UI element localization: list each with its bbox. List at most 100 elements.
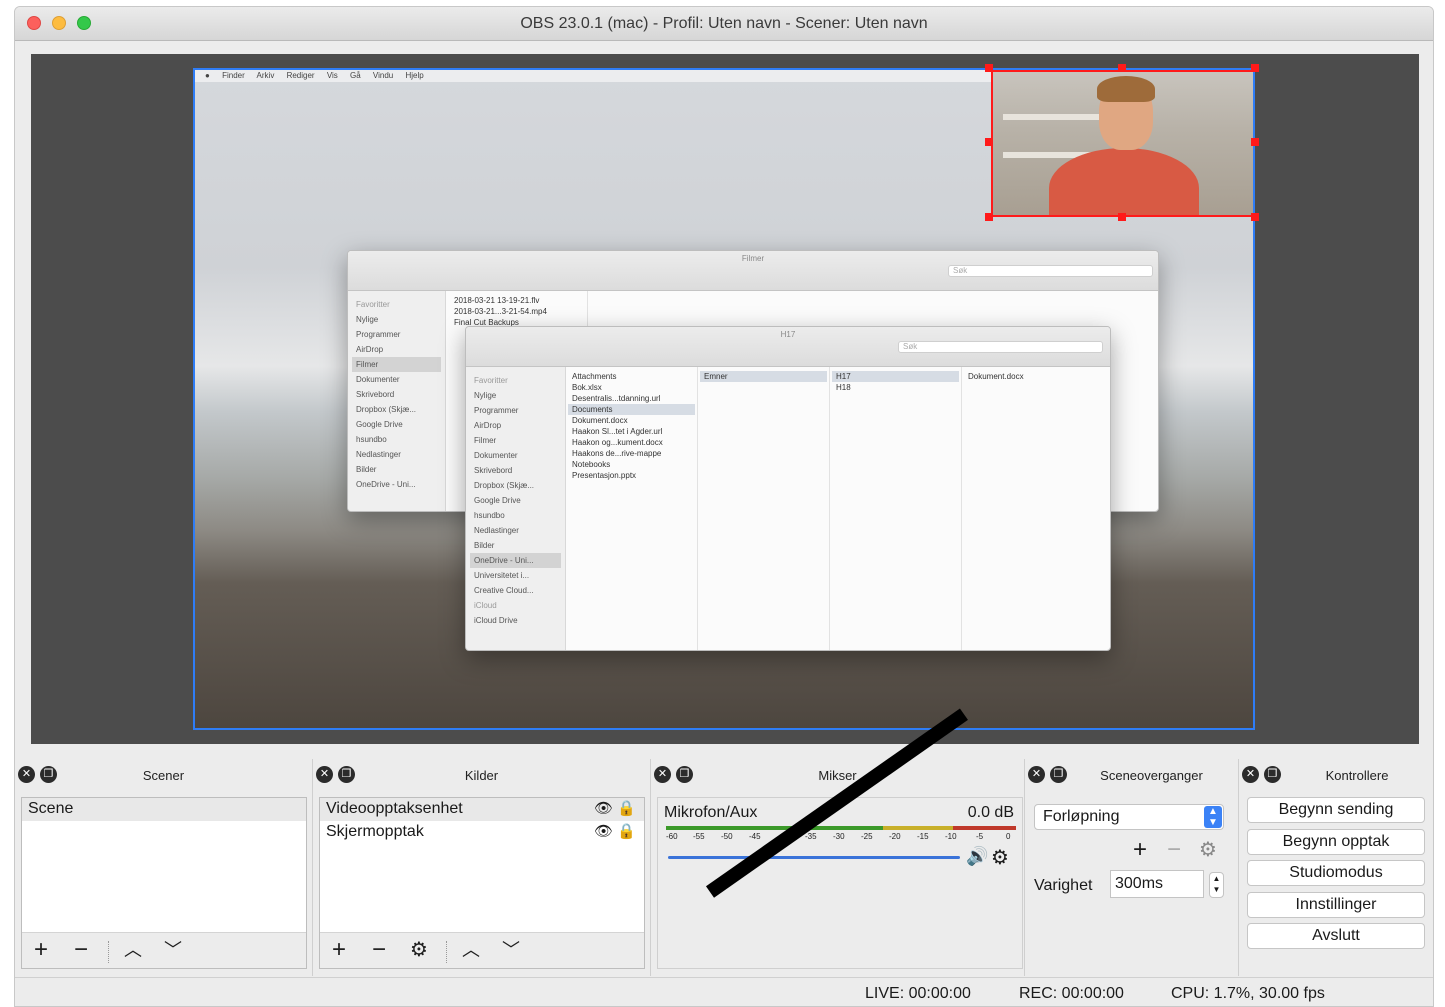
controls-dock: ✕ ❐ Kontrollere Begynn sending Begynn op… xyxy=(1239,759,1433,976)
remove-transition-minus-icon[interactable]: − xyxy=(1167,837,1181,863)
resize-handle[interactable] xyxy=(1251,138,1259,146)
meter-tick: -35 xyxy=(805,832,817,841)
toolbar-separator xyxy=(446,941,447,963)
screen-capture-source[interactable]: ● Finder Arkiv Rediger Vis Gå Vindu Hjel… xyxy=(193,68,1255,730)
sidebar-item: Dropbox (Skjæ... xyxy=(474,481,535,490)
menubar-item: Vis xyxy=(326,71,338,80)
source-label: Skjermopptak xyxy=(326,823,424,840)
volume-meter xyxy=(666,826,1016,830)
toolbar-separator xyxy=(108,941,109,963)
duration-stepper[interactable]: ▲ ▼ xyxy=(1209,872,1224,898)
scenes-dock: ✕ ❐ Scener Scene + − ︿ ﹀ xyxy=(15,759,313,976)
exit-button[interactable]: Avslutt xyxy=(1247,923,1425,949)
finder-toolbar: Filmer Søk xyxy=(348,251,1158,291)
add-scene-plus-icon[interactable]: + xyxy=(28,937,54,963)
file-item: Notebooks xyxy=(572,460,611,469)
sidebar-item: Filmer xyxy=(352,357,441,372)
scene-item[interactable]: Scene xyxy=(22,798,306,821)
scenes-list[interactable]: Scene + − ︿ ﹀ xyxy=(21,797,307,969)
add-source-plus-icon[interactable]: + xyxy=(326,937,352,963)
finder-column: Emner xyxy=(698,367,830,650)
eye-icon[interactable]: 👁 xyxy=(594,823,613,840)
file-item: Haakons de...rive-mappe xyxy=(572,449,662,458)
source-properties-gear-icon[interactable]: ⚙ xyxy=(406,937,432,963)
preview-area[interactable]: ● Finder Arkiv Rediger Vis Gå Vindu Hjel… xyxy=(31,54,1419,744)
finder-sidebar: Favoritter Nylige Programmer AirDrop Fil… xyxy=(466,367,566,650)
dock-title: Mikser xyxy=(818,768,857,783)
transitions-dock: ✕ ❐ Sceneoverganger Forløpning ▲ ▼ + − ⚙ … xyxy=(1025,759,1239,976)
file-item: H18 xyxy=(836,383,851,392)
eye-icon[interactable]: 👁 xyxy=(594,800,613,817)
lock-icon[interactable]: 🔒 xyxy=(617,823,636,840)
resize-handle[interactable] xyxy=(1251,64,1259,72)
studio-mode-button[interactable]: Studiomodus xyxy=(1247,860,1425,886)
add-transition-plus-icon[interactable]: + xyxy=(1133,837,1147,863)
dock-header: ✕ ❐ Scener xyxy=(15,759,312,791)
move-up-chevron-up-icon[interactable]: ︿ xyxy=(120,937,146,963)
resize-handle[interactable] xyxy=(1118,213,1126,221)
finder-search: Søk xyxy=(898,341,1103,353)
resize-handle[interactable] xyxy=(1251,213,1259,221)
resize-handle[interactable] xyxy=(1118,64,1126,72)
person-hair xyxy=(1097,76,1155,102)
dock-header: ✕ ❐ Mikser xyxy=(651,759,1024,791)
settings-button[interactable]: Innstillinger xyxy=(1247,892,1425,918)
sidebar-item: Nedlastinger xyxy=(474,526,519,535)
mixer-settings-gear-icon[interactable]: ⚙ xyxy=(991,845,1009,870)
remove-source-minus-icon[interactable]: − xyxy=(366,937,392,963)
mixer-dock: ✕ ❐ Mikser Mikrofon/Aux 0.0 dB -60 -55 -… xyxy=(651,759,1025,976)
webcam-source[interactable] xyxy=(991,70,1253,217)
resize-handle[interactable] xyxy=(985,64,993,72)
finder-search: Søk xyxy=(948,265,1153,277)
remove-scene-minus-icon[interactable]: − xyxy=(68,937,94,963)
resize-handle[interactable] xyxy=(985,138,993,146)
meter-ticks: -60 -55 -50 -45 -40 -35 -30 -25 -20 -15 … xyxy=(666,832,1016,846)
transition-settings-gear-icon[interactable]: ⚙ xyxy=(1199,837,1217,863)
sidebar-item: Nedlastinger xyxy=(356,450,401,459)
file-item: Haakon Sl...tet i Agder.url xyxy=(572,427,663,436)
select-arrows-icon: ▲ ▼ xyxy=(1204,806,1222,828)
sidebar-item: Dropbox (Skjæ... xyxy=(356,405,417,414)
lock-icon[interactable]: 🔒 xyxy=(617,800,636,817)
file-item: Desentralis...tdanning.url xyxy=(572,394,661,403)
sources-list[interactable]: Videoopptaksenhet 👁 🔒 Skjermopptak 👁 🔒 + xyxy=(319,797,645,969)
source-item[interactable]: Videoopptaksenhet 👁 🔒 xyxy=(320,798,644,821)
transition-select[interactable]: Forløpning ▲ ▼ xyxy=(1034,804,1224,830)
channel-level: 0.0 dB xyxy=(967,804,1014,821)
sidebar-item: Google Drive xyxy=(356,420,403,429)
meter-tick: -25 xyxy=(861,832,873,841)
sidebar-item: iCloud Drive xyxy=(474,616,518,625)
start-recording-button[interactable]: Begynn opptak xyxy=(1247,829,1425,855)
dock-header: ✕ ❐ Kontrollere xyxy=(1239,759,1433,791)
move-down-chevron-down-icon[interactable]: ﹀ xyxy=(498,937,524,963)
sidebar-item: Creative Cloud... xyxy=(474,586,534,595)
person-body xyxy=(1049,148,1199,215)
duration-input[interactable]: 300ms xyxy=(1110,870,1204,898)
meter-tick: -5 xyxy=(976,832,984,841)
meter-tick: -30 xyxy=(833,832,845,841)
sidebar-item: Google Drive xyxy=(474,496,521,505)
file-item: Dokument.docx xyxy=(968,372,1024,381)
obs-window: OBS 23.0.1 (mac) - Profil: Uten navn - S… xyxy=(14,6,1434,1007)
move-up-chevron-up-icon[interactable]: ︿ xyxy=(458,937,484,963)
speaker-icon[interactable]: 🔊 xyxy=(966,846,988,867)
dock-close-icon[interactable]: ✕ xyxy=(1028,766,1045,783)
sidebar-item: OneDrive - Uni... xyxy=(356,480,416,489)
menubar-item: Rediger xyxy=(286,71,315,80)
menubar-item: Arkiv xyxy=(256,71,275,80)
sidebar-item: Nylige xyxy=(474,391,497,400)
source-item[interactable]: Skjermopptak 👁 🔒 xyxy=(320,821,644,844)
menubar-item: Vindu xyxy=(372,71,394,80)
start-streaming-button[interactable]: Begynn sending xyxy=(1247,797,1425,823)
resize-handle[interactable] xyxy=(985,213,993,221)
file-item: H17 xyxy=(832,371,959,382)
volume-slider[interactable] xyxy=(668,856,960,859)
apple-icon: ● xyxy=(205,71,210,80)
finder-column: Dokument.docx xyxy=(962,367,1110,650)
meter-tick: -60 xyxy=(666,832,678,841)
sidebar-header: Favoritter xyxy=(474,376,508,385)
file-item: 2018-03-21...3-21-54.mp4 xyxy=(454,307,547,316)
move-down-chevron-down-icon[interactable]: ﹀ xyxy=(160,937,186,963)
meter-tick: 0 xyxy=(1006,832,1011,841)
dock-close-icon[interactable]: ✕ xyxy=(1242,766,1259,783)
